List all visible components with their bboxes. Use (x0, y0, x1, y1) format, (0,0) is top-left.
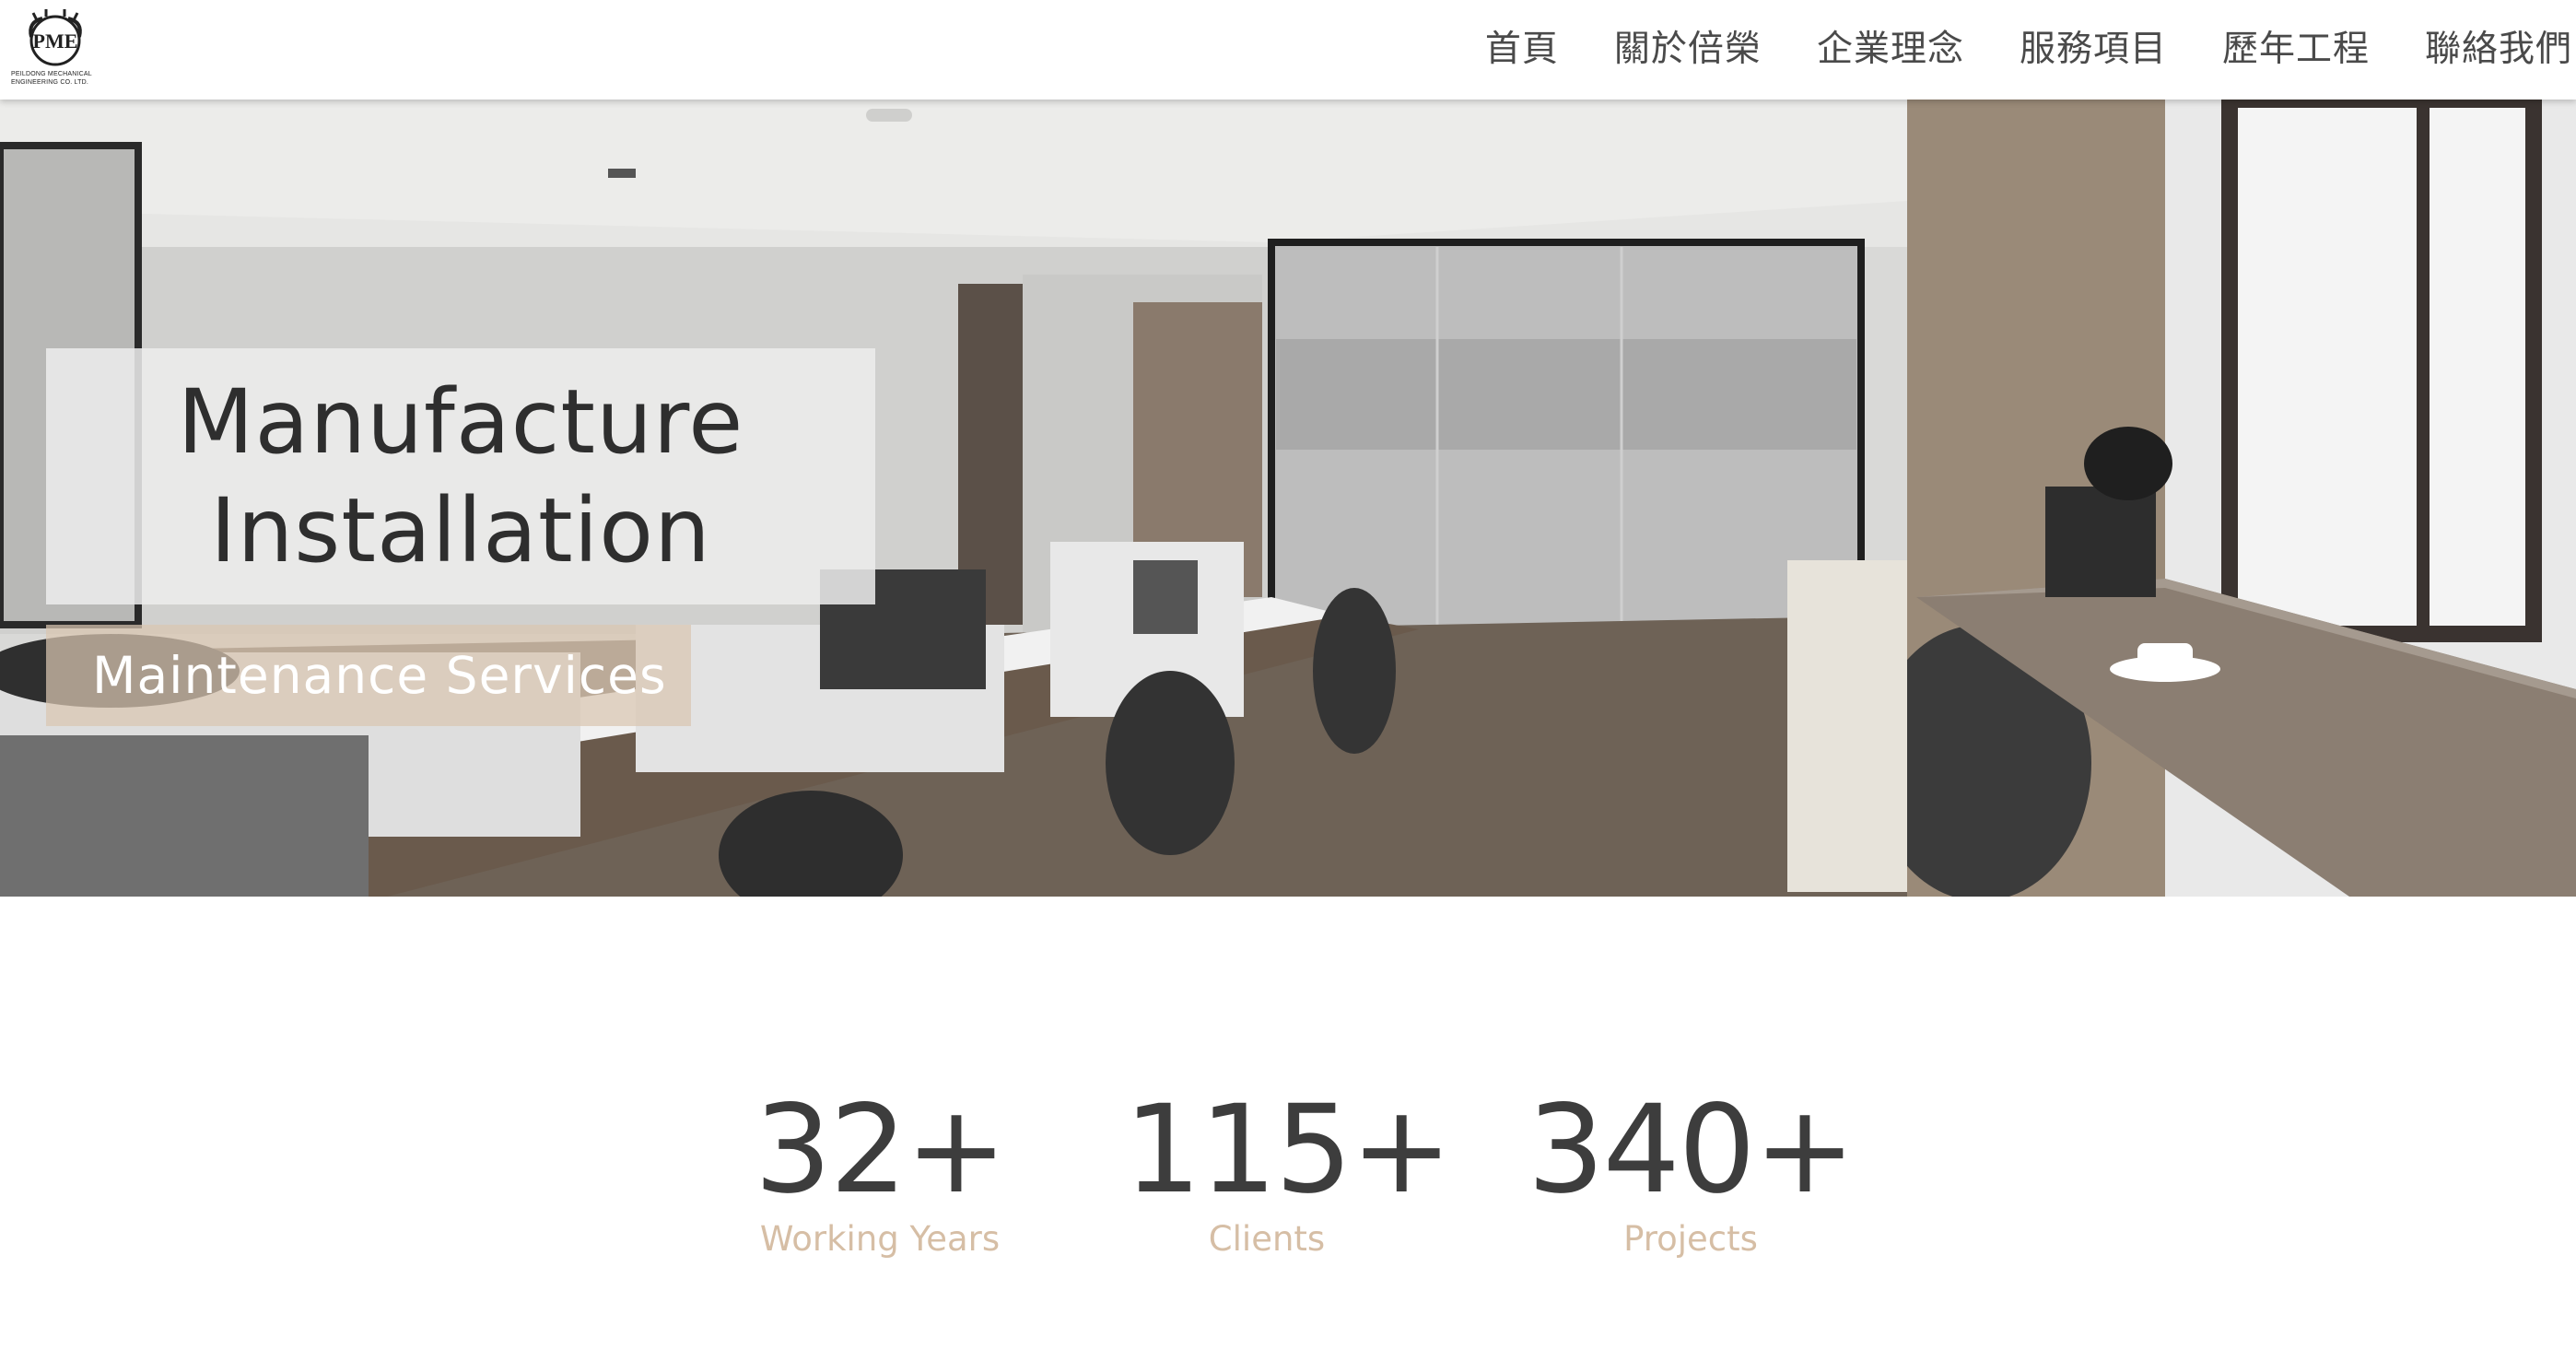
nav-contact[interactable]: 聯絡我們 (2425, 20, 2572, 72)
logo-emblem-icon: PME (29, 9, 82, 66)
nav-services[interactable]: 服務項目 (2020, 20, 2167, 72)
stat-working-years: 32+ Working Years (746, 1081, 1013, 1259)
site-header: PME PEILDONG MECHANICAL ENGINEERING CO. … (0, 0, 2576, 100)
stat-clients: 115+ Clients (1124, 1079, 1453, 1259)
logo-company-name: PEILDONG MECHANICAL ENGINEERING CO. LTD. (11, 71, 92, 86)
stat-label: Working Years (759, 1219, 1001, 1259)
nav-about[interactable]: 關於倍榮 (1614, 20, 1762, 72)
stats-section: 32+ Working Years 115+ Clients 340+ Proj… (0, 897, 2576, 1349)
hero-subtitle: Maintenance Services (92, 646, 667, 705)
nav-projects[interactable]: 歷年工程 (2222, 20, 2370, 72)
stat-label: Clients (1208, 1219, 1326, 1259)
hero-title-line-2: Installation (210, 479, 711, 582)
stat-value: 340+ (1527, 1079, 1856, 1221)
stat-projects: 340+ Projects (1511, 1081, 1870, 1259)
hero-title-line-1: Manufacture (177, 370, 744, 474)
stat-value: 32+ (754, 1079, 1008, 1221)
nav-philosophy[interactable]: 企業理念 (1817, 20, 1964, 72)
stat-value: 115+ (1124, 1079, 1453, 1221)
hero-title-box: Manufacture Installation (46, 348, 875, 604)
main-nav: 首頁 關於倍榮 企業理念 服務項目 歷年工程 聯絡我們 (1485, 0, 2572, 92)
nav-home[interactable]: 首頁 (1485, 20, 1559, 72)
svg-text:PME: PME (33, 29, 78, 53)
hero-banner: Manufacture Installation Maintenance Ser… (0, 100, 2576, 897)
stat-label: Projects (1623, 1219, 1758, 1259)
hero-subtitle-box: Maintenance Services (46, 625, 691, 726)
company-logo[interactable]: PME PEILDONG MECHANICAL ENGINEERING CO. … (9, 9, 101, 86)
